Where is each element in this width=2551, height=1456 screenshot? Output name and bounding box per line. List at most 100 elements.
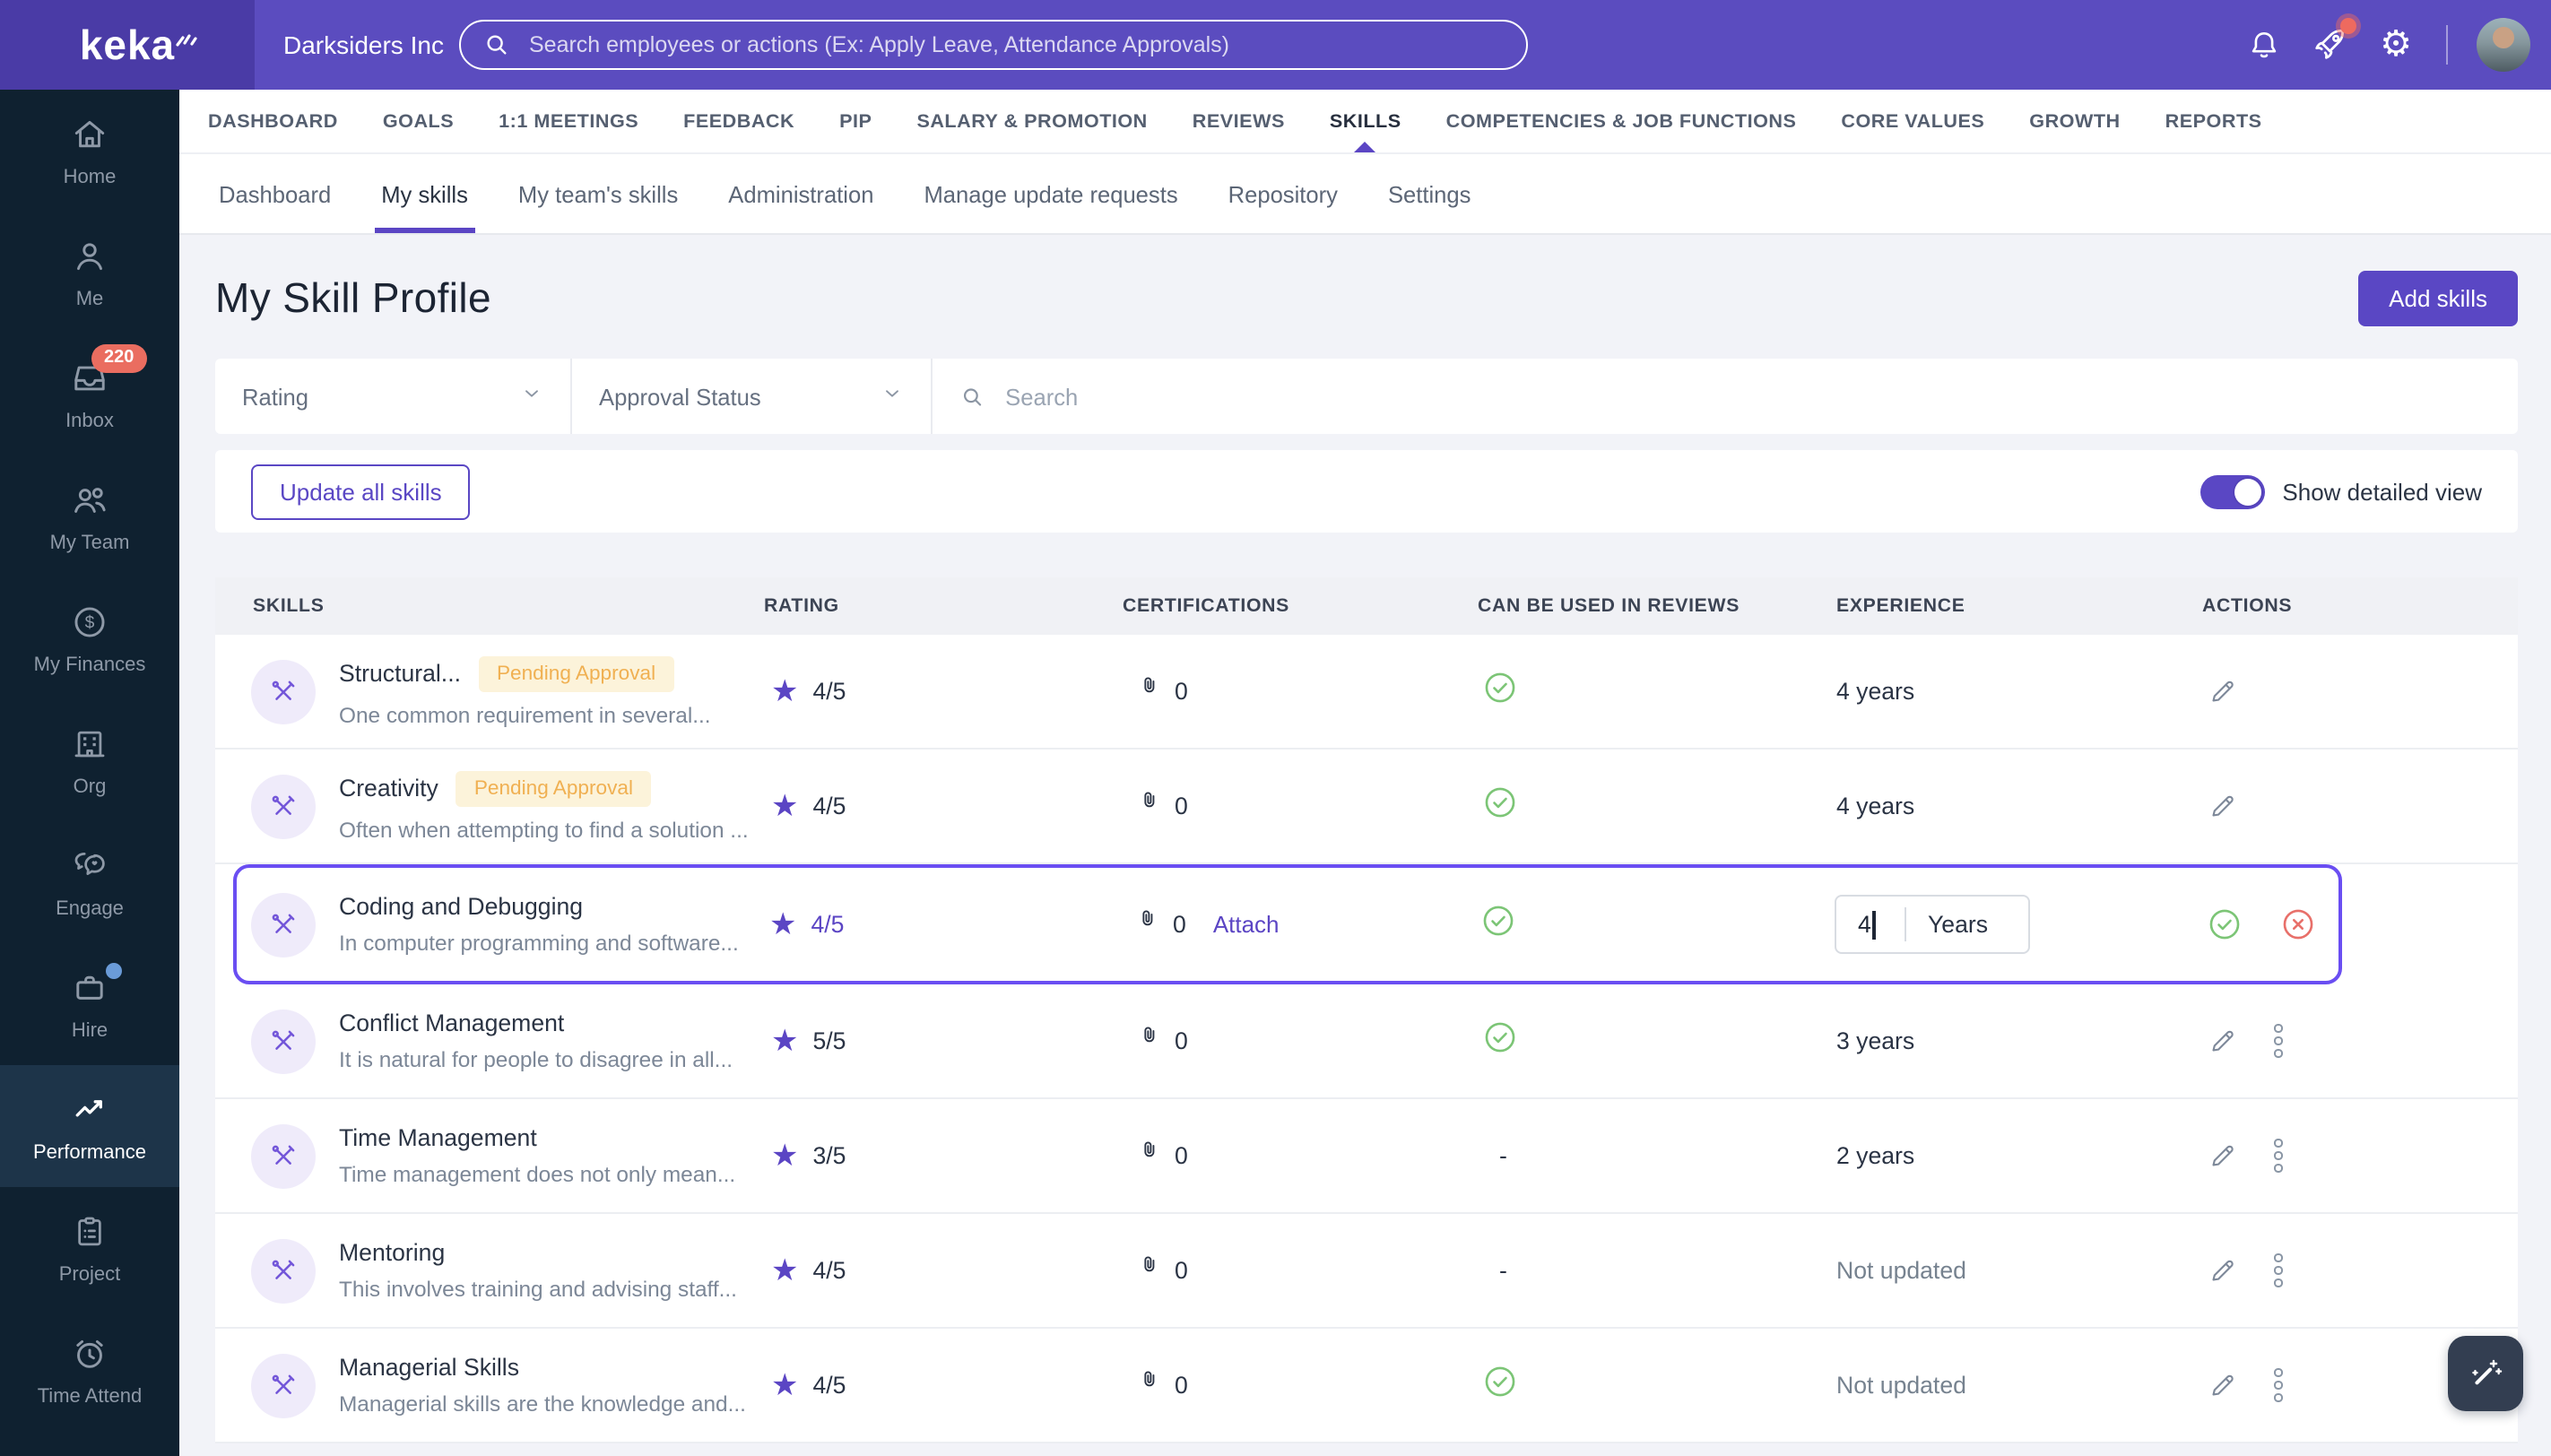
subtab-repository[interactable]: Repository: [1225, 154, 1341, 233]
skill-text: Coding and Debugging In computer programm…: [339, 893, 739, 956]
tab-goals[interactable]: GOALS: [383, 90, 454, 152]
skill-name: Mentoring: [339, 1239, 446, 1266]
subtab-my-team-s-skills[interactable]: My team's skills: [515, 154, 681, 233]
table-toolbar: Update all skills Show detailed view: [215, 450, 2518, 533]
toggle-knob: [2234, 478, 2261, 505]
tab-reports[interactable]: REPORTS: [2165, 90, 2262, 152]
tab-feedback[interactable]: FEEDBACK: [683, 90, 794, 152]
kebab-dot: [2274, 1164, 2282, 1173]
title-row: My Skill Profile Add skills: [215, 267, 2518, 328]
attach-link[interactable]: Attach: [1213, 911, 1280, 938]
sidebar-item-my-finances[interactable]: $ My Finances: [0, 577, 179, 699]
sidebar-item-home[interactable]: Home: [0, 90, 179, 212]
notifications-bell-icon[interactable]: [2242, 23, 2285, 66]
edit-button[interactable]: [2208, 1370, 2238, 1400]
kebab-dot: [2274, 1393, 2282, 1402]
subtab-my-skills[interactable]: My skills: [374, 154, 476, 233]
page-title: My Skill Profile: [215, 273, 492, 320]
rating-cell: ★ 4/5: [764, 1255, 1123, 1286]
detailed-view-toggle[interactable]: [2200, 474, 2265, 508]
subtab-settings[interactable]: Settings: [1384, 154, 1475, 233]
skill-row-structural[interactable]: Structural... Pending Approval One common …: [215, 635, 2518, 750]
topbar: keka Darksiders Inc ⚙: [0, 0, 2551, 90]
rating-cell: ★ 5/5: [764, 1026, 1123, 1056]
skill-name: Coding and Debugging: [339, 893, 584, 920]
skill-row-conflict-management[interactable]: Conflict Management It is natural for peo…: [215, 984, 2518, 1099]
tab-growth[interactable]: GROWTH: [2029, 90, 2120, 152]
more-options-button[interactable]: [2274, 1139, 2282, 1173]
sidebar-item-label: Performance: [33, 1141, 146, 1163]
edit-button[interactable]: [2208, 676, 2238, 706]
tab-dashboard[interactable]: DASHBOARD: [208, 90, 338, 152]
user-avatar[interactable]: [2477, 18, 2530, 72]
sidebar-item-label: Org: [73, 776, 107, 797]
sidebar-item-project[interactable]: Project: [0, 1187, 179, 1309]
skill-row-managerial-skills[interactable]: Managerial Skills Managerial skills are t…: [215, 1329, 2518, 1443]
subtab-administration[interactable]: Administration: [725, 154, 877, 233]
edit-button[interactable]: [2208, 1026, 2238, 1056]
tab-skills[interactable]: SKILLS: [1330, 90, 1401, 152]
subtab-dashboard[interactable]: Dashboard: [215, 154, 334, 233]
approval-status-filter-dropdown[interactable]: Approval Status: [572, 359, 933, 434]
more-options-button[interactable]: [2274, 1253, 2282, 1287]
used-in-reviews-cell: -: [1478, 1257, 1836, 1284]
confirm-button[interactable]: [2206, 906, 2243, 943]
skill-row-coding-and-debugging[interactable]: Coding and Debugging In computer programm…: [233, 864, 2342, 984]
settings-gear-icon[interactable]: ⚙: [2374, 23, 2417, 66]
filter-bar: Rating Approval Status: [215, 359, 2518, 434]
keka-logo-text: keka: [79, 21, 176, 67]
rating-cell: ★ 4/5: [764, 791, 1123, 821]
magic-wand-icon: [2472, 1359, 2503, 1385]
whats-new-rocket-icon[interactable]: [2308, 18, 2356, 66]
sidebar-item-me[interactable]: Me: [0, 212, 179, 334]
experience-value: Not updated: [1836, 1257, 1966, 1284]
edit-button[interactable]: [2208, 1255, 2238, 1286]
sidebar-item-inbox[interactable]: 220 Inbox: [0, 334, 179, 455]
sidebar-item-time-attend[interactable]: Time Attend: [0, 1309, 179, 1431]
update-all-skills-button[interactable]: Update all skills: [251, 464, 471, 519]
paperclip-icon: [1137, 674, 1162, 708]
used-in-reviews-cell: [1478, 1362, 1836, 1408]
subtab-manage-update-requests[interactable]: Manage update requests: [920, 154, 1181, 233]
cancel-button[interactable]: [2279, 906, 2317, 943]
skill-row-creativity[interactable]: Creativity Pending Approval Often when att…: [215, 750, 2518, 864]
sidebar-item-label: Inbox: [65, 410, 114, 431]
global-search-input[interactable]: [525, 30, 1505, 59]
skills-search-input[interactable]: [1002, 381, 2491, 412]
sidebar-item-my-team[interactable]: My Team: [0, 455, 179, 577]
sidebar-item-engage[interactable]: Engage: [0, 821, 179, 943]
performance-icon: [70, 1089, 109, 1129]
review-check-icon: [1479, 901, 1517, 948]
more-options-button[interactable]: [2274, 1024, 2282, 1058]
global-search[interactable]: [459, 20, 1528, 70]
sidebar-item-org[interactable]: Org: [0, 699, 179, 821]
experience-value: 4: [1836, 910, 1905, 939]
assistant-wand-button[interactable]: [2448, 1336, 2523, 1411]
add-skills-button[interactable]: Add skills: [2358, 270, 2518, 325]
tab-pip[interactable]: PIP: [839, 90, 872, 152]
column-header-rating: RATING: [764, 595, 839, 617]
review-dash: -: [1499, 1257, 1507, 1284]
edit-button[interactable]: [2208, 1140, 2238, 1171]
more-options-button[interactable]: [2274, 1368, 2282, 1402]
tab-competencies-job-functions[interactable]: COMPETENCIES & JOB FUNCTIONS: [1446, 90, 1797, 152]
tab-reviews[interactable]: REVIEWS: [1193, 90, 1285, 152]
tab-core-values[interactable]: CORE VALUES: [1841, 90, 1984, 152]
tab-1-1-meetings[interactable]: 1:1 MEETINGS: [499, 90, 638, 152]
sidebar-item-hire[interactable]: Hire: [0, 943, 179, 1065]
sidebar-item-performance[interactable]: Performance: [0, 1065, 179, 1187]
sidebar-item-label: Hire: [71, 1019, 108, 1041]
actions-cell: [2202, 1139, 2518, 1173]
skill-row-time-management[interactable]: Time Management Time management does not …: [215, 1099, 2518, 1214]
edit-button[interactable]: [2208, 791, 2238, 821]
kebab-dot: [2274, 1278, 2282, 1287]
experience-input[interactable]: 4 Years: [1835, 895, 2030, 954]
tab-salary-promotion[interactable]: SALARY & PROMOTION: [916, 90, 1147, 152]
rating-cell: ★ 4/5: [764, 1370, 1123, 1400]
experience-cell: 4 Years: [1835, 895, 2200, 954]
rating-filter-dropdown[interactable]: Rating: [215, 359, 572, 434]
skill-row-mentoring[interactable]: Mentoring This involves training and advi…: [215, 1214, 2518, 1329]
skill-tools-icon: [251, 774, 316, 838]
skills-search[interactable]: [933, 359, 2518, 434]
gear-glyph: ⚙: [2380, 25, 2412, 65]
